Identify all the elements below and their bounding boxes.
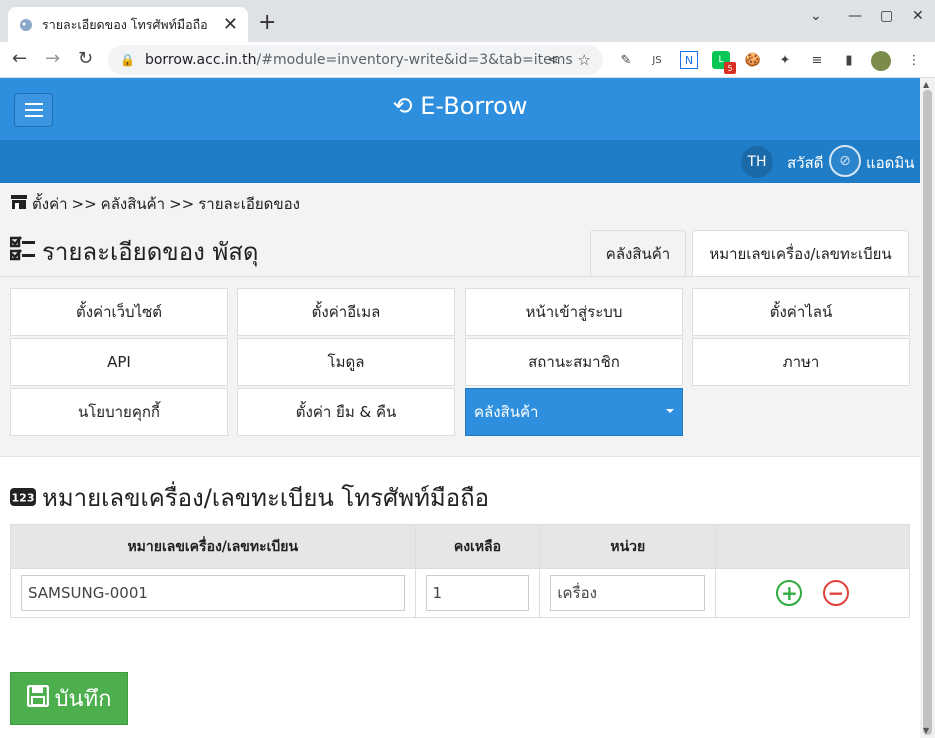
breadcrumb-item[interactable]: ตั้งค่า bbox=[32, 192, 68, 216]
column-header-serial: หมายเลขเครื่อง/เลขทะเบียน bbox=[10, 524, 416, 569]
menu-inventory-label: คลังสินค้า bbox=[474, 403, 539, 421]
url-path: /#module=inventory-write&id=3&tab=items bbox=[256, 52, 573, 68]
stock-cell: 1 bbox=[414, 568, 541, 618]
close-tab-icon[interactable]: ✕ bbox=[223, 14, 238, 35]
language-switch[interactable]: TH bbox=[741, 146, 773, 178]
scroll-down-icon[interactable]: ▼ bbox=[923, 726, 929, 735]
numbers-icon-text: 123 bbox=[12, 491, 35, 504]
browser-tabstrip: รายละเอียดของ โทรศัพท์มือถือ ✕ + ⌄ — ▢ ✕ bbox=[0, 0, 935, 42]
side-panel-icon[interactable]: ▮ bbox=[840, 51, 858, 69]
save-button[interactable]: บันทึก bbox=[10, 672, 128, 725]
n-extension-icon[interactable]: N bbox=[680, 51, 698, 69]
table-row: SAMSUNG-0001 1 เครื่อง + − bbox=[10, 568, 910, 618]
checklist-icon bbox=[9, 235, 36, 268]
store-icon bbox=[10, 194, 28, 214]
add-row-icon[interactable]: + bbox=[776, 580, 803, 606]
js-extension-icon[interactable]: JS bbox=[648, 51, 666, 69]
browser-toolbar: ← → ↻ 🔒 borrow.acc.in.th/#module=invento… bbox=[0, 42, 935, 78]
menu-email-settings[interactable]: ตั้งค่าอีเมล bbox=[237, 288, 455, 336]
breadcrumb-separator: >> bbox=[71, 195, 97, 213]
menu-api[interactable]: API bbox=[10, 338, 228, 386]
browser-tab[interactable]: รายละเอียดของ โทรศัพท์มือถือ ✕ bbox=[8, 7, 248, 42]
reading-list-icon[interactable]: ≡ bbox=[808, 51, 826, 69]
breadcrumb-separator: >> bbox=[169, 195, 195, 213]
menu-login-page[interactable]: หน้าเข้าสู่ระบบ bbox=[465, 288, 683, 336]
menu-inventory-dropdown[interactable]: คลังสินค้า bbox=[465, 388, 683, 436]
breadcrumb: ตั้งค่า >> คลังสินค้า >> รายละเอียดของ bbox=[10, 192, 300, 216]
user-avatar-icon[interactable]: ⊘ bbox=[829, 145, 861, 177]
page-scrollbar[interactable]: ▲ ▼ bbox=[920, 78, 935, 738]
column-header-unit: หน่วย bbox=[539, 524, 717, 569]
menu-borrow-return-settings[interactable]: ตั้งค่า ยืม & คืน bbox=[237, 388, 455, 436]
menu-member-status[interactable]: สถานะสมาชิก bbox=[465, 338, 683, 386]
remove-row-icon[interactable]: − bbox=[822, 580, 849, 606]
floppy-disk-icon bbox=[26, 684, 49, 713]
new-tab-icon[interactable]: + bbox=[258, 10, 276, 35]
share-icon[interactable]: ⋖ bbox=[547, 52, 559, 68]
app-header: ⟲ E-Borrow bbox=[0, 78, 920, 140]
page-title-text: รายละเอียดของ พัสดุ bbox=[42, 238, 259, 266]
serial-table: หมายเลขเครื่อง/เลขทะเบียน คงเหลือ หน่วย … bbox=[10, 524, 910, 618]
site-favicon-icon bbox=[18, 17, 34, 33]
serial-input[interactable]: SAMSUNG-0001 bbox=[21, 575, 405, 611]
menu-language[interactable]: ภาษา bbox=[692, 338, 910, 386]
url-host: borrow.acc.in.th bbox=[144, 52, 257, 68]
column-header-actions bbox=[715, 524, 910, 569]
tab-search-icon[interactable]: ⌄ bbox=[810, 8, 822, 24]
lock-icon: 🔒 bbox=[120, 53, 135, 67]
actions-cell: + − bbox=[715, 568, 910, 618]
serial-cell: SAMSUNG-0001 bbox=[10, 568, 416, 618]
unit-cell: เครื่อง bbox=[539, 568, 717, 618]
brand-logo[interactable]: ⟲ E-Borrow bbox=[0, 92, 920, 120]
greeting-text: สวัสดี bbox=[787, 154, 824, 172]
user-name[interactable]: แอดมิน bbox=[866, 151, 915, 175]
tab-inventory[interactable]: คลังสินค้า bbox=[590, 230, 686, 277]
breadcrumb-current: รายละเอียดของ bbox=[198, 195, 301, 213]
menu-line-settings[interactable]: ตั้งค่าไลน์ bbox=[692, 288, 910, 336]
scroll-up-icon[interactable]: ▲ bbox=[923, 80, 929, 89]
address-bar[interactable]: 🔒 borrow.acc.in.th/#module=inventory-wri… bbox=[108, 45, 603, 75]
extensions-puzzle-icon[interactable]: ✦ bbox=[776, 51, 794, 69]
settings-menu: ตั้งค่าเว็บไซต์ ตั้งค่าอีเมล หน้าเข้าสู่… bbox=[0, 277, 920, 457]
forward-icon[interactable]: → bbox=[45, 48, 60, 69]
refresh-logo-icon: ⟲ bbox=[392, 92, 413, 120]
section-title-text: หมายเลขเครื่อง/เลขทะเบียน โทรศัพท์มือถือ bbox=[42, 484, 490, 512]
maximize-icon[interactable]: ▢ bbox=[880, 8, 893, 24]
user-bar: TH สวัสดี ⊘ แอดมิน bbox=[0, 140, 920, 183]
tab-title: รายละเอียดของ โทรศัพท์มือถือ bbox=[42, 16, 208, 32]
section-title: 123 หมายเลขเครื่อง/เลขทะเบียน โทรศัพท์มื… bbox=[10, 478, 489, 517]
caret-down-icon bbox=[666, 409, 674, 413]
profile-avatar-icon[interactable] bbox=[871, 51, 891, 71]
eyedropper-icon[interactable]: ✎ bbox=[617, 51, 635, 69]
brand-name: E-Borrow bbox=[420, 92, 528, 120]
menu-cookie-policy[interactable]: นโยบายคุกกี้ bbox=[10, 388, 228, 436]
numbers-icon: 123 bbox=[10, 484, 36, 512]
column-header-stock: คงเหลือ bbox=[414, 524, 541, 569]
reload-icon[interactable]: ↻ bbox=[78, 48, 93, 69]
tab-serial-numbers[interactable]: หมายเลขเครื่อง/เลขทะเบียน bbox=[692, 230, 909, 277]
window-close-icon[interactable]: ✕ bbox=[912, 8, 924, 24]
browser-menu-icon[interactable]: ⋮ bbox=[905, 51, 923, 69]
cookie-icon[interactable]: 🍪 bbox=[744, 51, 762, 69]
back-icon[interactable]: ← bbox=[12, 48, 27, 69]
menu-modules[interactable]: โมดูล bbox=[237, 338, 455, 386]
save-label: บันทึก bbox=[54, 687, 112, 712]
table-header-row: หมายเลขเครื่อง/เลขทะเบียน คงเหลือ หน่วย bbox=[10, 524, 910, 569]
stock-input[interactable]: 1 bbox=[425, 575, 530, 611]
minimize-icon[interactable]: — bbox=[848, 8, 862, 24]
scrollbar-thumb[interactable] bbox=[923, 90, 932, 735]
page-title: รายละเอียดของ พัสดุ bbox=[9, 232, 259, 271]
extension-badge: 5 bbox=[724, 62, 736, 74]
unit-input[interactable]: เครื่อง bbox=[550, 575, 706, 611]
breadcrumb-item[interactable]: คลังสินค้า bbox=[101, 192, 165, 216]
menu-website-settings[interactable]: ตั้งค่าเว็บไซต์ bbox=[10, 288, 228, 336]
bookmark-star-icon[interactable]: ☆ bbox=[578, 51, 591, 69]
